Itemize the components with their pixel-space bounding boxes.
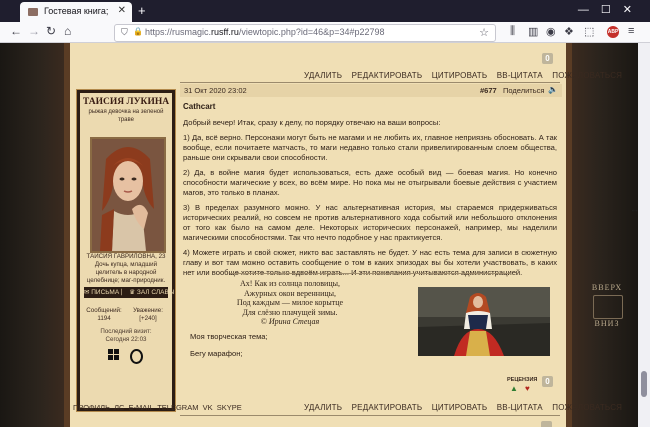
post-title: Cathcart [183,102,216,111]
browser-nav-bar: ← → ↻ ⌂ ⛉ 🔒 https://rusmagic.rusff.ru/vi… [0,22,650,43]
thumbs-down-icon[interactable]: ♥ [525,384,530,393]
url-text[interactable]: https://rusmagic.rusff.ru/viewtopic.php?… [145,27,385,37]
bb-quote-link[interactable]: ВВ-ЦИТАТА [497,403,543,412]
top-post-actions: УДАЛИТЬ РЕДАКТИРОВАТЬ ЦИТИРОВАТЬ ВВ-ЦИТА… [297,71,622,80]
address-bar[interactable]: ⛉ 🔒 https://rusmagic.rusff.ru/viewtopic.… [114,24,496,42]
scroll-up-button[interactable]: ВВЕРХ [585,283,629,292]
edit-link[interactable]: РЕДАКТИРОВАТЬ [352,403,423,412]
forward-icon[interactable]: → [28,24,40,38]
telegram-link[interactable]: TELEGRAM [157,403,198,412]
opera-icon [130,349,143,364]
post-paragraph: 3) В пределах разумного можно. У нас аль… [183,203,557,242]
report-link[interactable]: ПОЖАЛОВАТЬСЯ [552,71,622,80]
shield-icon[interactable]: ⛉ [121,27,128,38]
post-counter-badge[interactable]: 0 [542,53,553,64]
post-body: Cathcart Добрый вечер! Итак, сразу к дел… [183,102,557,283]
browser-tab-bar: Гостевая книга; ✕ + —☐✕ [0,0,650,22]
signature-image [418,287,550,356]
post-paragraph: Добрый вечер! Итак, сразу к делу, по пор… [183,118,441,127]
menu-icon[interactable]: ≡ [628,25,634,37]
post-paragraph: 2) Да, в войне магия будет использоватьс… [183,168,557,197]
avatar [90,137,166,253]
close-tab-icon[interactable]: ✕ [118,5,126,16]
browser-tab[interactable]: Гостевая книга; ✕ [20,2,132,22]
site-favicon-icon [28,8,38,16]
bb-quote-link[interactable]: ВВ-ЦИТАТА [497,71,543,80]
marathon-link[interactable]: Бегу марафон; [190,348,268,359]
author-info: ТАИСИЯ ГАВРИЛОВНА, 23 Дочь купца, младши… [86,253,166,284]
bottom-post-actions: УДАЛИТЬ РЕДАКТИРОВАТЬ ЦИТИРОВАТЬ ВВ-ЦИТА… [297,403,622,412]
delete-link[interactable]: УДАЛИТЬ [304,403,342,412]
bookmark-star-icon[interactable]: ☆ [479,26,489,39]
scroll-nav-frame [593,295,623,319]
left-decoration [0,43,64,427]
post-header: 31 Окт 2020 23:02 #677 Поделиться 🔈 [180,84,562,97]
window-controls[interactable]: —☐✕ [578,3,644,16]
os-browser-icons [108,349,148,364]
windows-icon [108,349,120,361]
profile-link[interactable]: ПРОФИЛЬ [73,403,110,412]
divider [180,415,560,416]
share-link[interactable]: Поделиться [503,86,544,95]
creative-topic-link[interactable]: Моя творческая тема; [190,331,268,342]
author-card: ТАИСИЯ ЛУКИНА рыжая девочка на зеленой т… [76,89,176,412]
post-date[interactable]: 31 Окт 2020 23:02 [184,86,247,95]
signature-poem: Ах! Как из солнца половицы, Ажурных окон… [236,279,344,326]
signature-divider [230,273,510,274]
new-tab-icon[interactable]: + [138,3,146,18]
page-scrollbar[interactable] [638,43,650,427]
avatar-image [92,139,164,251]
skype-link[interactable]: SKYPE [217,403,242,412]
back-icon[interactable]: ← [10,24,22,38]
vk-link[interactable]: VK [203,403,213,412]
home-icon[interactable]: ⌂ [64,24,71,38]
library-icon[interactable]: ⫼ [510,25,515,38]
delete-link[interactable]: УДАЛИТЬ [304,71,342,80]
scroll-nav-widget: ВВЕРХ ВНИЗ [585,283,629,331]
divider [180,82,560,83]
author-name[interactable]: ТАИСИЯ ЛУКИНА [80,97,172,107]
lock-icon[interactable]: 🔒 [133,27,143,36]
messages-stat: Сообщений: 1194 [86,307,122,322]
page-viewport: 0 УДАЛИТЬ РЕДАКТИРОВАТЬ ЦИТИРОВАТЬ ВВ-ЦИ… [0,43,638,427]
signature-links: Моя творческая тема; Бегу марафон; [190,331,268,359]
thumbs-up-icon[interactable]: ▲ [510,384,518,393]
screenshot-icon[interactable]: ⬚ [584,25,594,38]
signature-photo [418,287,550,356]
edit-link[interactable]: РЕДАКТИРОВАТЬ [352,71,423,80]
quote-link[interactable]: ЦИТИРОВАТЬ [432,71,488,80]
reload-icon[interactable]: ↻ [46,24,56,38]
author-links[interactable]: ✉ ПИСЬМА ⎸ ♛ ЗАЛ СЛАВЫ [84,287,175,298]
like-counter-badge[interactable]: 0 [542,376,553,387]
quote-link[interactable]: ЦИТИРОВАТЬ [432,403,488,412]
speaker-icon[interactable]: 🔈 [548,85,558,94]
post-paragraph: 1) Да, всё верно. Персонажи могут быть н… [183,133,557,162]
right-decoration [572,43,638,427]
sidebar-icon[interactable]: ▥ [528,25,538,38]
scrollbar-thumb[interactable] [641,371,647,397]
scroll-down-button[interactable]: ВНИЗ [585,319,629,328]
last-visit: Последний визит: Сегодня 22:03 [100,328,152,343]
report-link[interactable]: ПОЖАЛОВАТЬСЯ [552,403,622,412]
account-icon[interactable]: ◉ [546,25,556,38]
tab-title: Гостевая книга; [44,6,109,16]
email-link[interactable]: E-MAIL [129,403,154,412]
pm-link[interactable]: ЛС [114,403,124,412]
adblock-icon[interactable]: ABP [607,26,619,38]
post-number[interactable]: #677 [480,86,497,95]
respect-stat: Уважение: [+240] [133,307,163,322]
extension-icon[interactable]: ❖ [564,25,574,38]
profile-links: ПРОФИЛЬ ЛС E-MAIL TELEGRAM VK SKYPE [73,403,242,412]
author-status: рыжая девочка на зеленой траве [88,109,164,123]
next-post-badge[interactable] [541,421,552,427]
author-card-inner: ТАИСИЯ ЛУКИНА рыжая девочка на зеленой т… [80,93,175,408]
reputation-label: РЕЦЕНЗИЯ [507,377,538,383]
resize-cursor-icon: ↔ [630,204,639,214]
